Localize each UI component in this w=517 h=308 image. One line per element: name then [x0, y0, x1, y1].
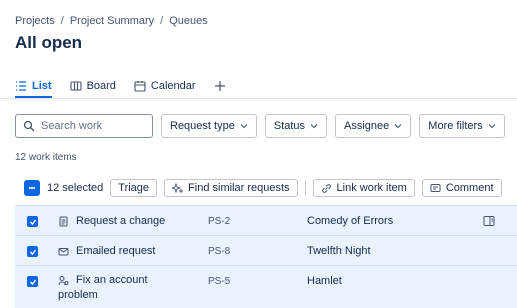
tab-calendar[interactable]: Calendar [134, 76, 196, 96]
assignee-filter[interactable]: Assignee [335, 114, 412, 138]
row-key[interactable]: PS-2 [208, 216, 230, 227]
breadcrumb-projects[interactable]: Projects [15, 15, 55, 27]
breadcrumb-queues[interactable]: Queues [169, 15, 208, 27]
chevron-down-icon [310, 124, 318, 129]
select-all-checkbox[interactable] [24, 180, 40, 196]
sparkle-icon [172, 182, 184, 193]
breadcrumb-separator: / [160, 15, 164, 27]
find-similar-button[interactable]: Find similar requests [164, 179, 298, 197]
row-source: Hamlet [307, 275, 342, 287]
tabs-divider [0, 98, 517, 99]
comment-button[interactable]: Comment [421, 179, 502, 197]
calendar-icon [134, 81, 146, 92]
row-summary[interactable]: Fix an account [76, 274, 148, 286]
link-work-item-label: Link work item [336, 182, 407, 194]
row-key[interactable]: PS-5 [208, 276, 230, 287]
list-icon [16, 81, 26, 91]
row-source: Twelfth Night [307, 245, 371, 257]
link-icon [321, 183, 331, 193]
breadcrumb-project-summary[interactable]: Project Summary [70, 15, 154, 27]
link-work-item-button[interactable]: Link work item [312, 179, 415, 197]
find-similar-label: Find similar requests [188, 182, 290, 194]
status-filter[interactable]: Status [264, 114, 328, 138]
selected-count: 12 selected [47, 182, 104, 194]
tab-board[interactable]: Board [70, 76, 116, 96]
table-row[interactable]: Request a change PS-2 Comedy of Errors [15, 205, 517, 235]
chevron-down-icon [488, 124, 496, 129]
triage-button-label: Triage [118, 182, 150, 194]
tab-board-label: Board [86, 80, 116, 92]
breadcrumb-separator: / [60, 15, 64, 27]
view-tabs: List Board Calendar [15, 76, 226, 98]
row-summary[interactable]: Request a change [76, 215, 165, 227]
form-icon [59, 216, 68, 227]
status-filter-label: Status [273, 120, 306, 132]
row-source: Comedy of Errors [307, 215, 394, 227]
table-row[interactable]: Fix an account problem PS-5 Hamlet [15, 265, 517, 308]
comment-button-label: Comment [445, 182, 494, 194]
assignee-filter-label: Assignee [344, 120, 390, 132]
chevron-down-icon [240, 124, 248, 129]
filter-bar: Search work Request type Status Assignee… [15, 114, 505, 138]
triage-button[interactable]: Triage [110, 179, 158, 197]
toolbar-divider [304, 181, 306, 195]
search-icon [23, 120, 35, 132]
tab-list-label: List [32, 80, 52, 92]
check-icon [29, 279, 36, 285]
row-checkbox[interactable] [27, 276, 38, 287]
work-item-count: 12 work items [15, 152, 77, 163]
row-summary[interactable]: Emailed request [76, 245, 156, 257]
minus-icon [29, 187, 35, 189]
chevron-down-icon [394, 124, 402, 129]
bulk-action-bar: 12 selected Triage Find similar requests… [24, 179, 502, 197]
email-icon [58, 248, 69, 256]
request-type-filter-label: Request type [170, 120, 235, 132]
account-icon [58, 276, 69, 286]
check-icon [29, 219, 36, 225]
row-key[interactable]: PS-8 [208, 246, 230, 257]
row-summary-continued[interactable]: problem [58, 289, 98, 301]
search-placeholder: Search work [41, 120, 103, 132]
row-checkbox[interactable] [27, 246, 38, 257]
breadcrumb: Projects / Project Summary / Queues [15, 15, 208, 27]
more-filters-label: More filters [428, 120, 483, 132]
side-panel-icon[interactable] [483, 215, 495, 227]
tab-calendar-label: Calendar [150, 80, 196, 92]
check-icon [29, 249, 36, 255]
request-type-filter[interactable]: Request type [161, 114, 257, 138]
search-input[interactable]: Search work [15, 114, 153, 138]
row-checkbox[interactable] [27, 216, 38, 227]
plus-icon [214, 81, 225, 91]
add-view-button[interactable] [214, 76, 226, 96]
comment-icon [430, 183, 441, 192]
table-row[interactable]: Emailed request PS-8 Twelfth Night [15, 235, 517, 265]
tab-list[interactable]: List [15, 76, 52, 98]
page-title: All open [15, 33, 83, 52]
board-icon [70, 81, 82, 91]
work-items-table: Request a change PS-2 Comedy of Errors E… [15, 205, 517, 308]
more-filters-button[interactable]: More filters [419, 114, 505, 138]
